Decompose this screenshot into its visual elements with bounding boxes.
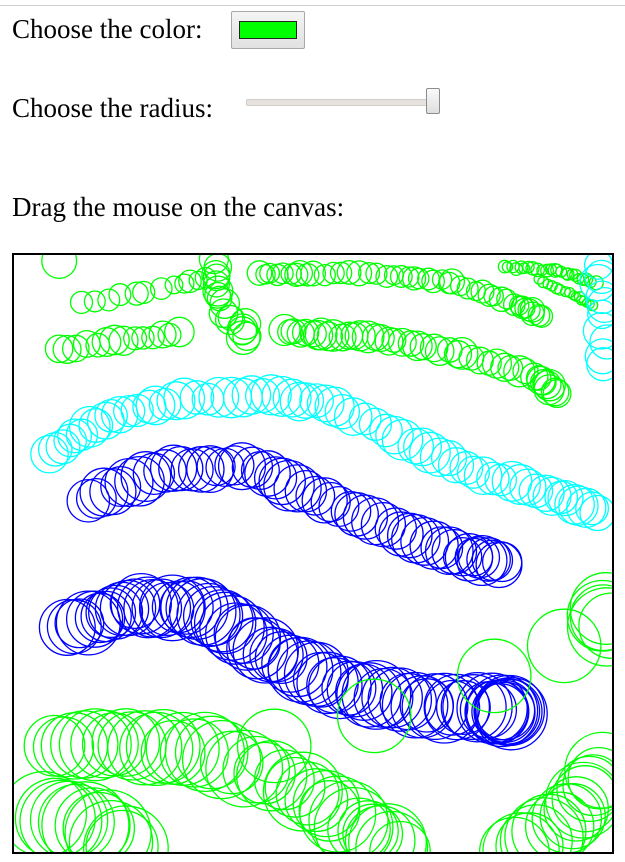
brush-circle [89, 467, 137, 516]
brush-circle [164, 275, 184, 295]
brush-circle [141, 325, 165, 350]
brush-circle [526, 608, 602, 684]
stroke-blue [66, 442, 523, 589]
brush-circle [104, 457, 154, 508]
brush-circle [431, 528, 478, 575]
stroke-green [23, 708, 431, 852]
brush-circle [236, 708, 312, 784]
drawing-canvas[interactable] [12, 253, 614, 854]
stroke-green [478, 731, 612, 852]
brush-circle [75, 477, 117, 519]
brush-circle [381, 418, 424, 461]
brush-circle [91, 708, 161, 777]
instruction-text: Drag the mouse on the canvas: [12, 192, 345, 222]
radius-label: Choose the radius: [12, 93, 213, 123]
brush-circle [214, 445, 255, 486]
stroke-blue [38, 572, 548, 751]
brush-circle [569, 572, 612, 645]
stroke-green [526, 608, 602, 684]
brush-circle [511, 793, 587, 852]
brush-circle [586, 347, 612, 382]
stroke-cyan [30, 374, 612, 532]
brush-circle [156, 381, 196, 421]
brush-circle [465, 281, 486, 302]
brush-circle [78, 408, 114, 443]
brush-circle [125, 708, 201, 784]
brush-circle [44, 334, 74, 364]
brush-circle [113, 394, 146, 428]
brush-circle [531, 783, 603, 852]
slider-track [246, 99, 430, 106]
brush-circle [564, 731, 612, 809]
stroke-green [268, 313, 572, 409]
brush-circle [478, 816, 550, 852]
color-swatch [239, 21, 297, 39]
brush-circle [82, 805, 169, 852]
stroke-green [236, 708, 312, 784]
slider-thumb[interactable] [426, 88, 440, 114]
brush-circle [186, 445, 235, 494]
brush-circle [72, 329, 101, 358]
brush-circle [400, 516, 450, 566]
brush-circle [41, 255, 78, 279]
brush-circle [179, 380, 215, 415]
brush-circle [424, 679, 481, 736]
brush-circle [470, 279, 495, 304]
brush-circle [70, 709, 139, 779]
brush-circle [19, 779, 103, 852]
color-label: Choose the color: [12, 14, 203, 44]
stroke-green [44, 316, 195, 364]
color-picker-button[interactable] [231, 11, 305, 49]
stroke-green [41, 255, 78, 279]
brush-circle [342, 494, 389, 540]
brush-circle [566, 587, 612, 667]
brush-circle [86, 401, 125, 440]
stroke-green [69, 266, 217, 315]
top-divider [0, 5, 625, 6]
brush-circle [164, 316, 195, 348]
brush-circle [499, 804, 573, 852]
radius-slider[interactable] [244, 86, 440, 118]
canvas-drawing [14, 255, 612, 852]
brush-circle [551, 765, 612, 833]
